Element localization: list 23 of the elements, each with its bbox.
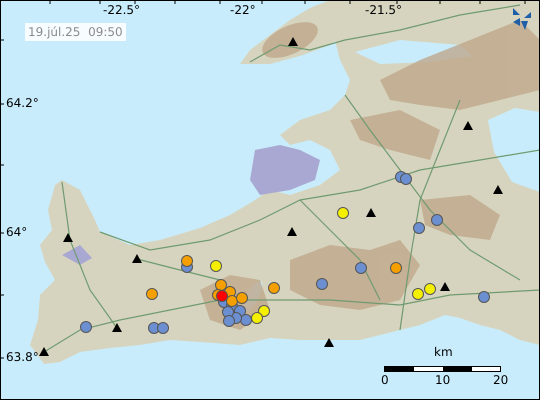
- station-icon: [366, 208, 376, 217]
- station-icon: [288, 37, 298, 46]
- scale-label: 20: [493, 374, 508, 386]
- compass-logo-icon: [513, 8, 531, 30]
- latitude-label: 64.2°: [6, 97, 39, 109]
- scale-label: 0: [381, 374, 389, 386]
- longitude-label: -22°: [230, 4, 256, 16]
- timestamp-label: 19.júl.25 09:50: [25, 23, 126, 41]
- latitude-label: 64°: [6, 226, 28, 238]
- scale-unit: km: [434, 346, 453, 358]
- scale-label: 10: [435, 374, 450, 386]
- longitude-label: -22.5°: [103, 4, 140, 16]
- station-icon: [440, 282, 450, 291]
- longitude-label: -21.5°: [365, 4, 402, 16]
- station-icon: [63, 233, 73, 242]
- station-icon: [39, 347, 49, 356]
- station-icon: [132, 254, 142, 263]
- latitude-label: 63.8°: [6, 351, 39, 363]
- station-icon: [493, 185, 503, 194]
- station-icon: [324, 338, 334, 347]
- station-icon: [463, 121, 473, 130]
- station-icon: [287, 227, 297, 236]
- station-icon: [112, 323, 122, 332]
